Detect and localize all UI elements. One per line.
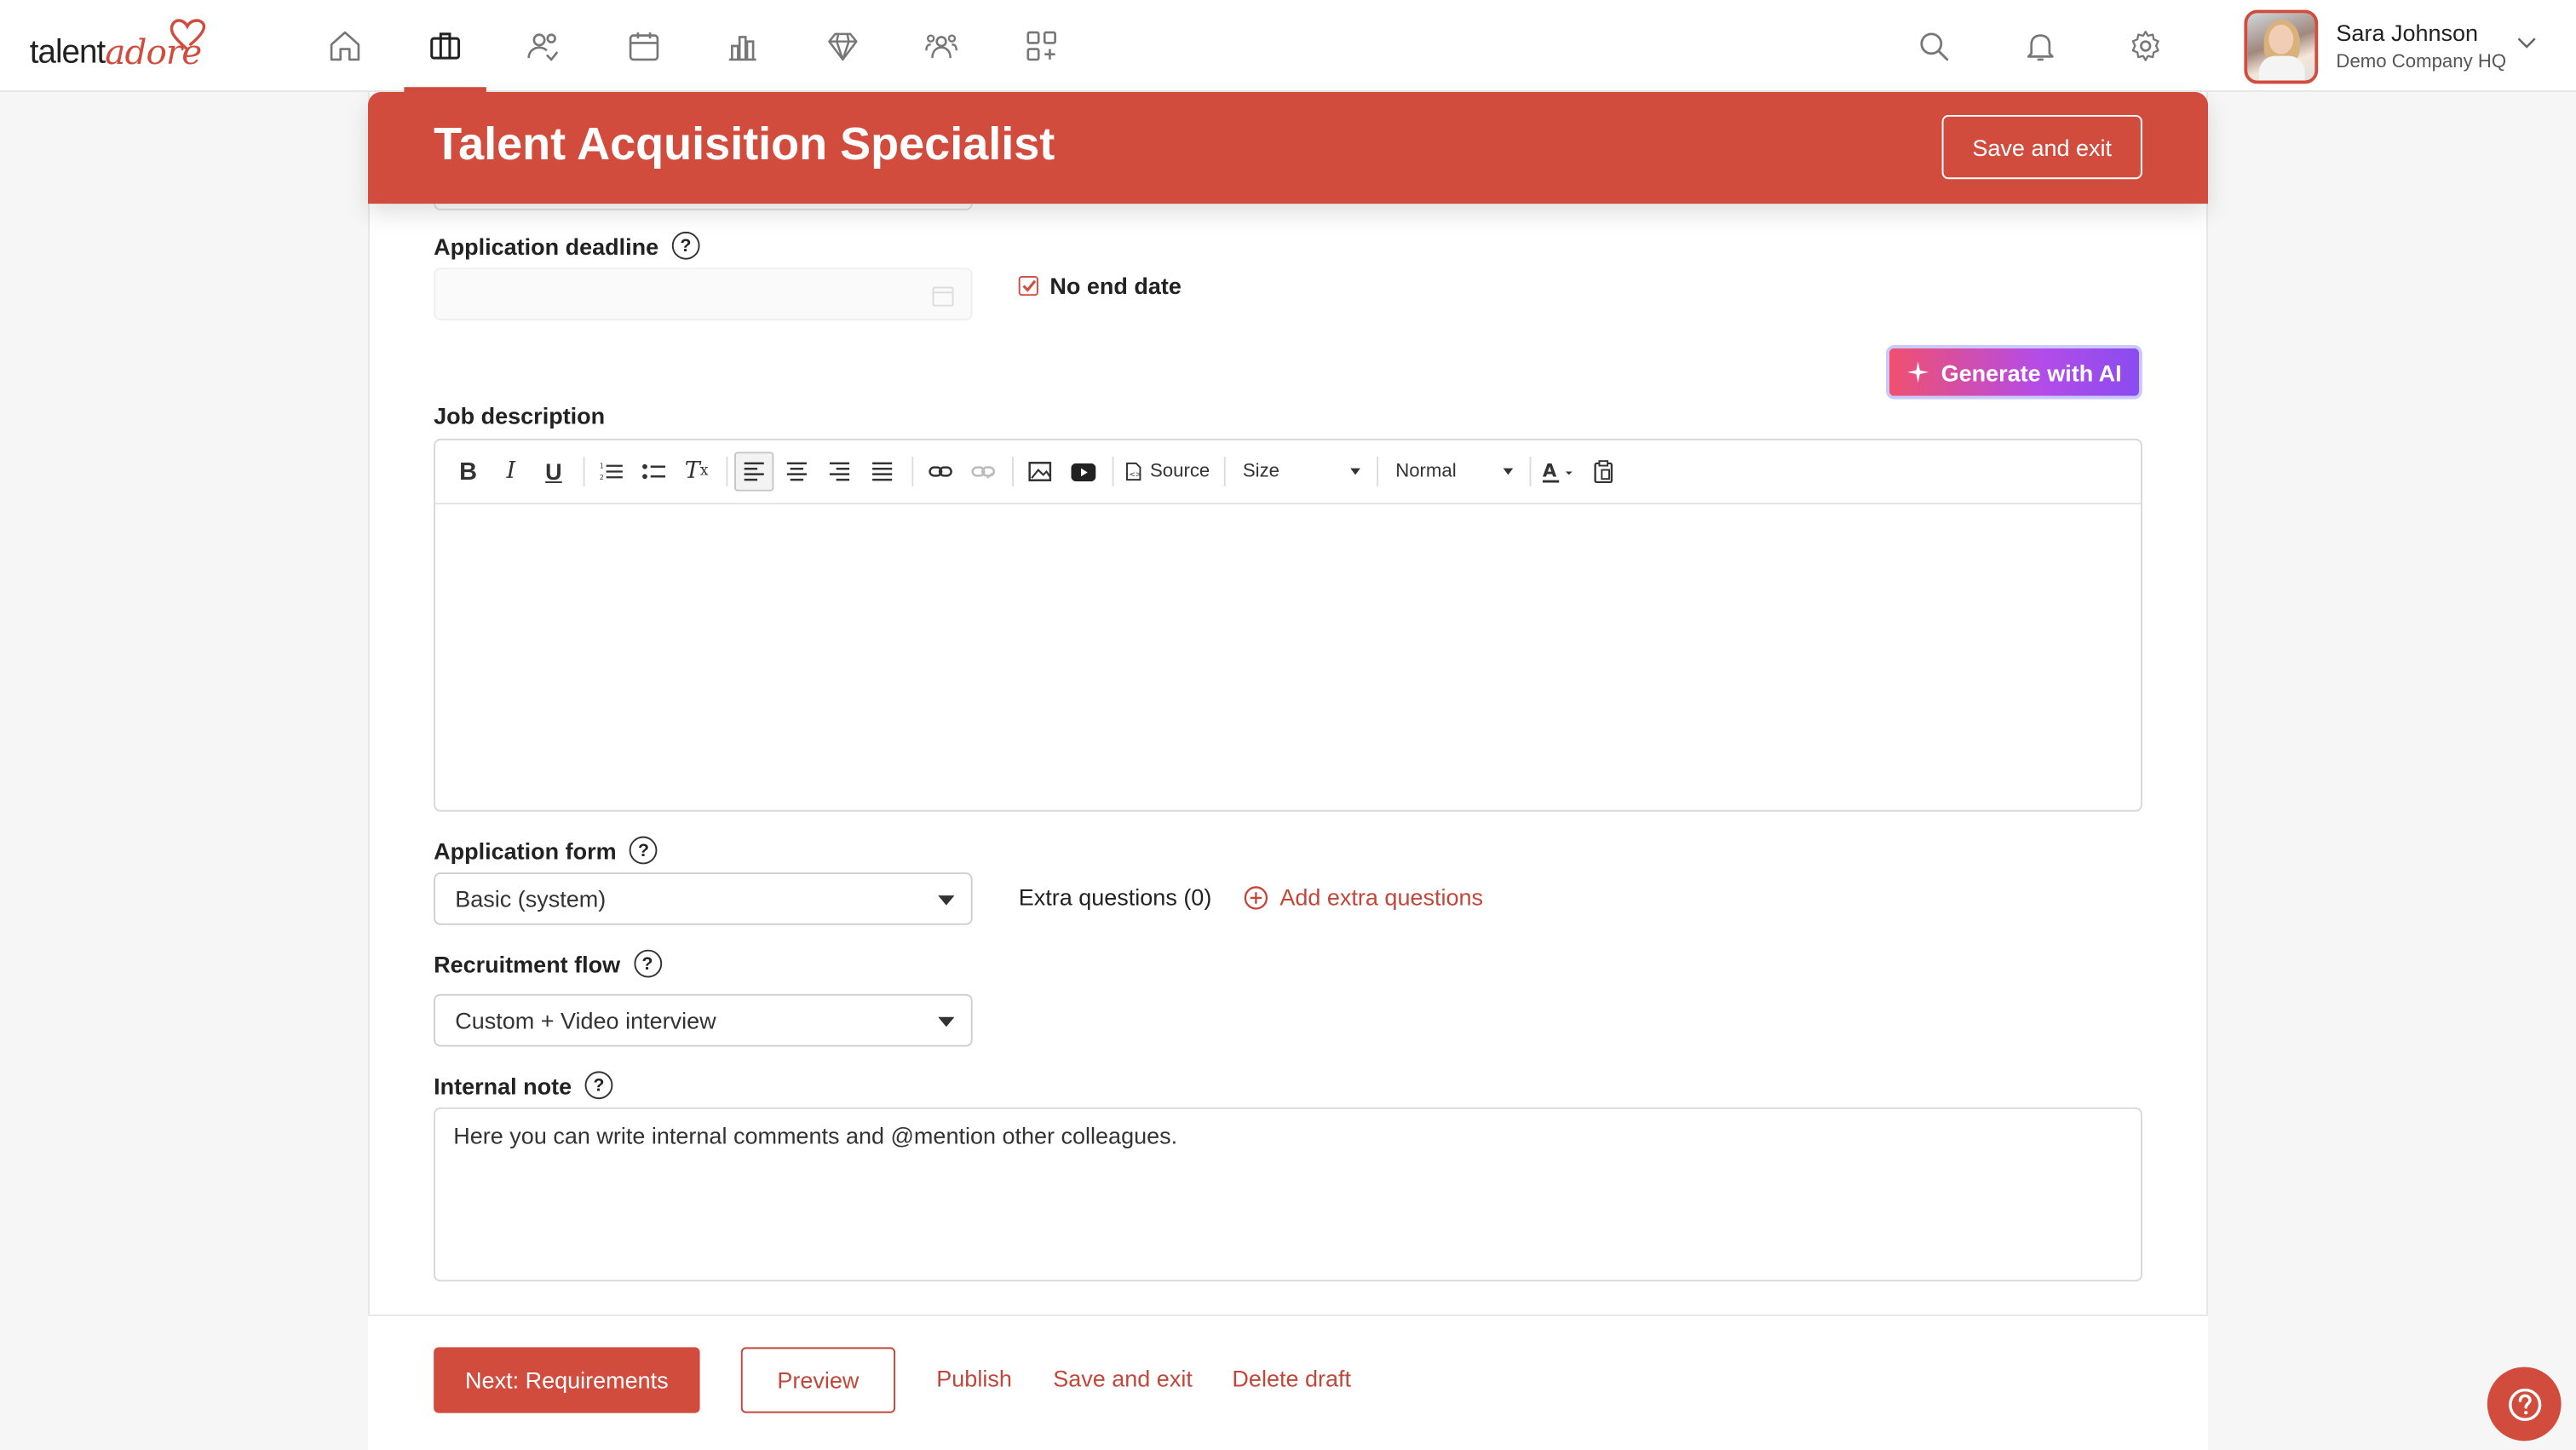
diamond-icon <box>827 32 858 61</box>
application-deadline-input[interactable] <box>434 268 973 321</box>
numbered-list-icon[interactable]: 12 <box>591 452 630 491</box>
briefcase-icon <box>429 32 460 60</box>
heart-logo-icon <box>170 19 206 51</box>
source-button[interactable]: <> Source <box>1120 452 1215 491</box>
youtube-icon[interactable] <box>1063 452 1102 491</box>
save-and-exit-link[interactable]: Save and exit <box>1053 1366 1193 1392</box>
application-form-label: Application form? <box>434 836 658 865</box>
internal-note-textarea[interactable]: Here you can write internal comments and… <box>434 1107 2142 1282</box>
calendar-icon <box>932 286 954 307</box>
page-title: Talent Acquisition Specialist <box>434 118 1055 170</box>
nav-calendar[interactable] <box>594 0 693 92</box>
align-right-icon[interactable] <box>819 452 859 491</box>
bold-icon[interactable]: B <box>448 452 487 491</box>
job-description-label: Job description <box>434 402 606 429</box>
svg-text:2: 2 <box>600 474 604 481</box>
add-extra-questions-link[interactable]: Add extra questions <box>1244 884 1483 910</box>
align-center-icon[interactable] <box>777 452 816 491</box>
svg-text:1: 1 <box>600 463 604 470</box>
nav-team[interactable] <box>892 0 992 92</box>
job-description-editor: B I U 12 Tx <> Source Size Normal A <box>434 438 2142 812</box>
publish-link[interactable]: Publish <box>936 1366 1012 1392</box>
svg-text:A: A <box>1544 460 1558 481</box>
recruitment-flow-label: Recruitment flow? <box>434 949 662 978</box>
job-title-banner: Talent Acquisition Specialist Save and e… <box>367 91 2208 204</box>
nav-integrations[interactable] <box>992 0 1091 92</box>
avatar <box>2244 9 2319 83</box>
nav-jobs[interactable] <box>395 0 495 92</box>
nav-reports[interactable] <box>693 0 793 92</box>
align-left-icon[interactable] <box>734 452 774 492</box>
next-requirements-button[interactable]: Next: Requirements <box>434 1347 700 1413</box>
home-icon <box>331 31 360 61</box>
top-navigation-bar: talent adore Sara Johnson Demo Company H… <box>0 0 2576 92</box>
previous-field-edge <box>434 204 973 210</box>
people-icon <box>527 33 559 61</box>
user-name: Sara Johnson <box>2336 20 2479 46</box>
main-nav <box>296 0 1090 92</box>
unlink-icon[interactable] <box>963 452 1002 491</box>
help-icon[interactable]: ? <box>584 1071 613 1100</box>
editor-toolbar: B I U 12 Tx <> Source Size Normal A <box>435 440 2141 505</box>
help-icon[interactable]: ? <box>671 231 700 260</box>
checkbox-checked[interactable] <box>1018 275 1038 296</box>
plus-circle-icon <box>1244 885 1268 909</box>
delete-draft-link[interactable]: Delete draft <box>1232 1366 1351 1392</box>
preview-button[interactable]: Preview <box>740 1347 896 1413</box>
recruitment-flow-select[interactable]: Custom + Video interview <box>434 993 973 1047</box>
company-name: Demo Company HQ <box>2336 52 2507 72</box>
text-color-icon: A <box>1543 460 1573 483</box>
internal-note-label: Internal note? <box>434 1071 613 1100</box>
bullet-list-icon[interactable] <box>634 452 673 491</box>
image-icon[interactable] <box>1021 452 1060 491</box>
form-footer: Next: Requirements Preview Publish Save … <box>367 1314 2208 1450</box>
help-chat-button[interactable] <box>2487 1367 2562 1441</box>
align-justify-icon[interactable] <box>862 452 901 491</box>
bell-icon[interactable] <box>2022 28 2058 64</box>
team-icon <box>925 34 958 59</box>
no-end-date-checkbox[interactable]: No end date <box>1018 273 1182 299</box>
generate-with-ai-button[interactable]: Generate with AI <box>1885 344 2142 400</box>
search-icon[interactable] <box>1916 28 1952 64</box>
source-icon: <> <box>1126 462 1142 481</box>
chevron-down-icon <box>2517 37 2536 49</box>
apps-add-icon <box>1026 31 1056 61</box>
nav-candidates[interactable] <box>494 0 594 92</box>
talentadore-logo[interactable]: talent adore <box>30 19 206 72</box>
gear-icon[interactable] <box>2127 28 2163 64</box>
sparkle-icon <box>1906 361 1929 383</box>
italic-icon[interactable]: I <box>492 452 531 491</box>
nav-premium[interactable] <box>793 0 893 92</box>
check-icon <box>1021 279 1036 292</box>
clear-format-icon[interactable]: Tx <box>677 452 716 491</box>
text-color-button[interactable]: A <box>1538 452 1581 491</box>
application-form-select[interactable]: Basic (system) <box>434 872 973 925</box>
job-description-content[interactable] <box>435 504 2141 812</box>
paragraph-format-dropdown[interactable]: Normal <box>1386 462 1524 481</box>
caret-down-icon <box>938 895 955 906</box>
nav-home[interactable] <box>296 0 395 92</box>
link-icon[interactable] <box>920 452 959 491</box>
user-menu[interactable]: Sara Johnson Demo Company HQ <box>2244 7 2556 86</box>
underline-icon[interactable]: U <box>534 452 573 491</box>
font-size-dropdown[interactable]: Size <box>1233 462 1371 481</box>
bar-chart-icon <box>729 36 757 61</box>
caret-down-icon <box>1504 468 1515 475</box>
paste-text-icon[interactable] <box>1584 452 1624 491</box>
extra-questions-count: Extra questions (0) <box>1018 883 1212 911</box>
caret-down-icon <box>938 1016 955 1027</box>
svg-text:<>: <> <box>1130 470 1142 479</box>
save-and-exit-button-header[interactable]: Save and exit <box>1941 114 2142 180</box>
calendar-icon <box>629 32 658 61</box>
help-icon[interactable]: ? <box>633 949 662 978</box>
caret-down-icon <box>1351 468 1361 475</box>
internal-note-placeholder: Here you can write internal comments and… <box>453 1122 1178 1149</box>
application-deadline-label: Application deadline? <box>434 231 700 260</box>
question-circle-icon <box>2508 1387 2541 1421</box>
help-icon[interactable]: ? <box>630 836 658 865</box>
